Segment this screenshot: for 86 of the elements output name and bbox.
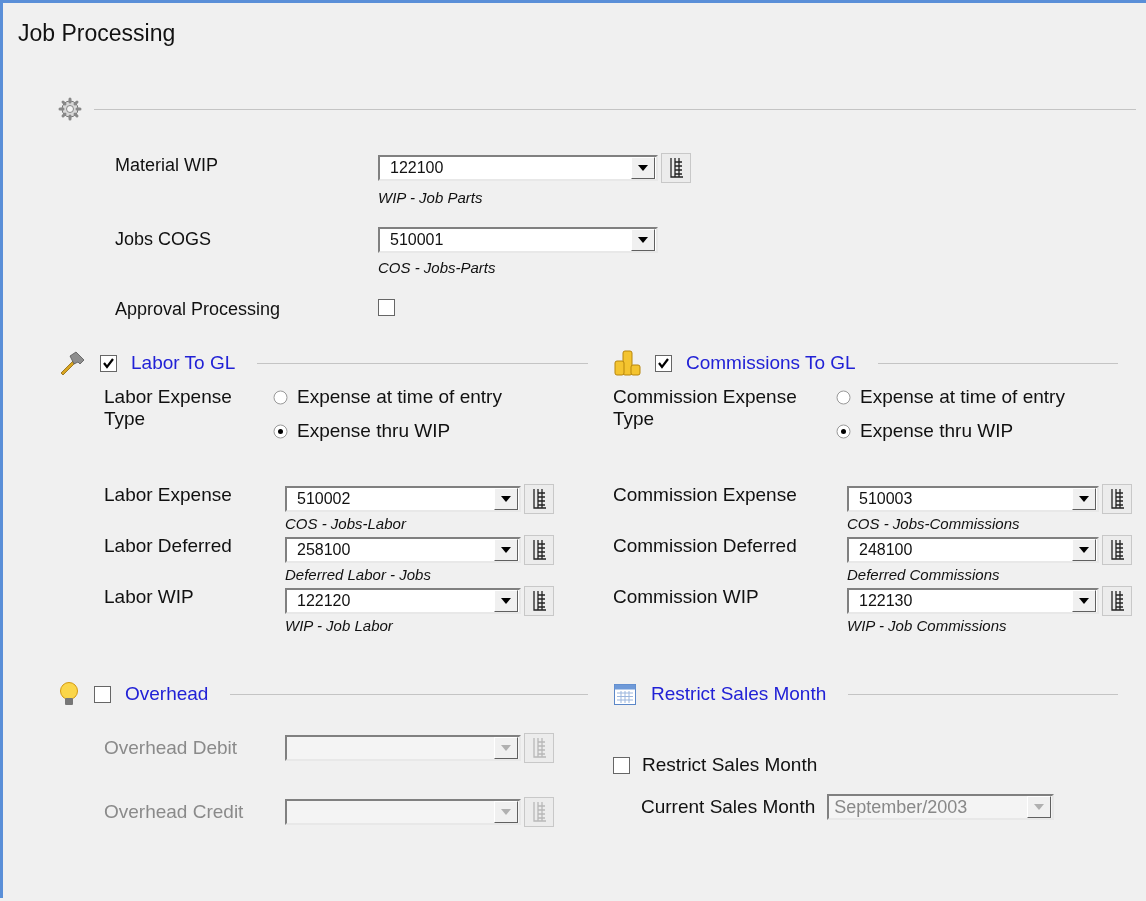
field-label: Approval Processing [115, 299, 282, 320]
section-title: Commissions To GL [686, 352, 856, 374]
account-description: WIP - Job Parts [378, 189, 483, 206]
field-label: Overhead Credit [104, 800, 245, 824]
account-dropdown[interactable]: 122120 [285, 588, 521, 614]
field-label: Current Sales Month [641, 796, 816, 818]
caret-icon [501, 496, 511, 502]
checkbox[interactable] [378, 299, 395, 316]
lookup-button[interactable] [524, 535, 554, 565]
lookup-button[interactable] [1102, 484, 1132, 514]
gear-icon [58, 97, 82, 121]
lookup-button[interactable] [1102, 586, 1132, 616]
lookup-button[interactable] [1102, 535, 1132, 565]
ledger-icon [530, 488, 548, 510]
dropdown-button[interactable] [494, 539, 518, 561]
lookup-button[interactable] [524, 586, 554, 616]
calendar-icon [613, 682, 637, 706]
field-label: Overhead Debit [104, 736, 239, 760]
field-label: Jobs COGS [115, 228, 213, 251]
field-label: Commission WIP [613, 586, 760, 609]
checkbox[interactable] [655, 354, 672, 372]
ledger-icon [530, 539, 548, 561]
ledger-icon [1108, 488, 1126, 510]
window-title: Job Processing [18, 20, 176, 47]
hammer-icon [58, 350, 86, 376]
section-title: Overhead [125, 683, 209, 705]
ledger-icon [530, 590, 548, 612]
dropdown-button[interactable] [1072, 590, 1096, 612]
caret-icon [1079, 598, 1089, 604]
field-label: Labor WIP [104, 586, 195, 609]
account-dropdown[interactable]: 258100 [285, 537, 521, 563]
caret-icon [501, 745, 511, 751]
account-description: WIP - Job Commissions [847, 617, 1007, 634]
caret-icon [501, 809, 511, 815]
dropdown-button[interactable] [494, 488, 518, 510]
account-dropdown[interactable]: 510002 [285, 486, 521, 512]
caret-icon [1034, 804, 1045, 810]
ledger-icon [1108, 590, 1126, 612]
ledger-icon [530, 737, 548, 759]
account-description: COS - Jobs-Parts [378, 259, 496, 276]
caret-icon [638, 237, 648, 243]
radio-option[interactable]: Expense at time of entry [836, 386, 1118, 408]
dropdown-button[interactable] [1072, 539, 1096, 561]
checkbox[interactable] [613, 756, 630, 774]
radio-option[interactable]: Expense at time of entry [273, 386, 588, 408]
field-label: Material WIP [115, 154, 220, 177]
caret-icon [501, 547, 511, 553]
field-label: Labor Expense Type [104, 386, 233, 431]
account-dropdown[interactable] [285, 799, 521, 825]
section-title: Restrict Sales Month [651, 683, 827, 705]
account-dropdown[interactable]: 122130 [847, 588, 1099, 614]
account-description: WIP - Job Labor [285, 617, 393, 634]
light-bulb-icon [58, 681, 80, 707]
section-title: Labor To GL [131, 352, 236, 374]
dropdown-button[interactable] [631, 229, 655, 251]
caret-icon [1079, 496, 1089, 502]
account-dropdown[interactable]: 510003 [847, 486, 1099, 512]
account-dropdown[interactable]: 510001 [378, 227, 658, 253]
field-label: Commission Expense Type [613, 386, 798, 431]
radio-option[interactable]: Expense thru WIP [836, 420, 1118, 442]
account-dropdown[interactable]: 122100 [378, 155, 658, 181]
field-label: Restrict Sales Month [642, 754, 818, 776]
caret-icon [1079, 547, 1089, 553]
ledger-icon [530, 801, 548, 823]
lookup-button[interactable] [661, 153, 691, 183]
dropdown-button[interactable] [631, 157, 655, 179]
lookup-button[interactable] [524, 484, 554, 514]
radio-option[interactable]: Expense thru WIP [273, 420, 588, 442]
account-description: COS - Jobs-Commissions [847, 515, 1020, 532]
dropdown-button[interactable] [494, 590, 518, 612]
checkbox[interactable] [100, 354, 117, 372]
dropdown-button[interactable] [1072, 488, 1096, 510]
field-label: Labor Deferred [104, 535, 233, 558]
ledger-icon [1108, 539, 1126, 561]
account-description: Deferred Labor - Jobs [285, 566, 431, 583]
ledger-icon [667, 157, 685, 179]
field-label: Commission Expense [613, 484, 798, 507]
caret-icon [638, 165, 648, 171]
field-label: Labor Expense [104, 484, 233, 507]
account-description: Deferred Commissions [847, 566, 1000, 583]
coin-stack-icon [613, 349, 641, 377]
account-dropdown[interactable]: 248100 [847, 537, 1099, 563]
dropdown-button[interactable] [494, 801, 518, 823]
caret-icon [501, 598, 511, 604]
field-label: Commission Deferred [613, 535, 798, 558]
account-description: COS - Jobs-Labor [285, 515, 406, 532]
